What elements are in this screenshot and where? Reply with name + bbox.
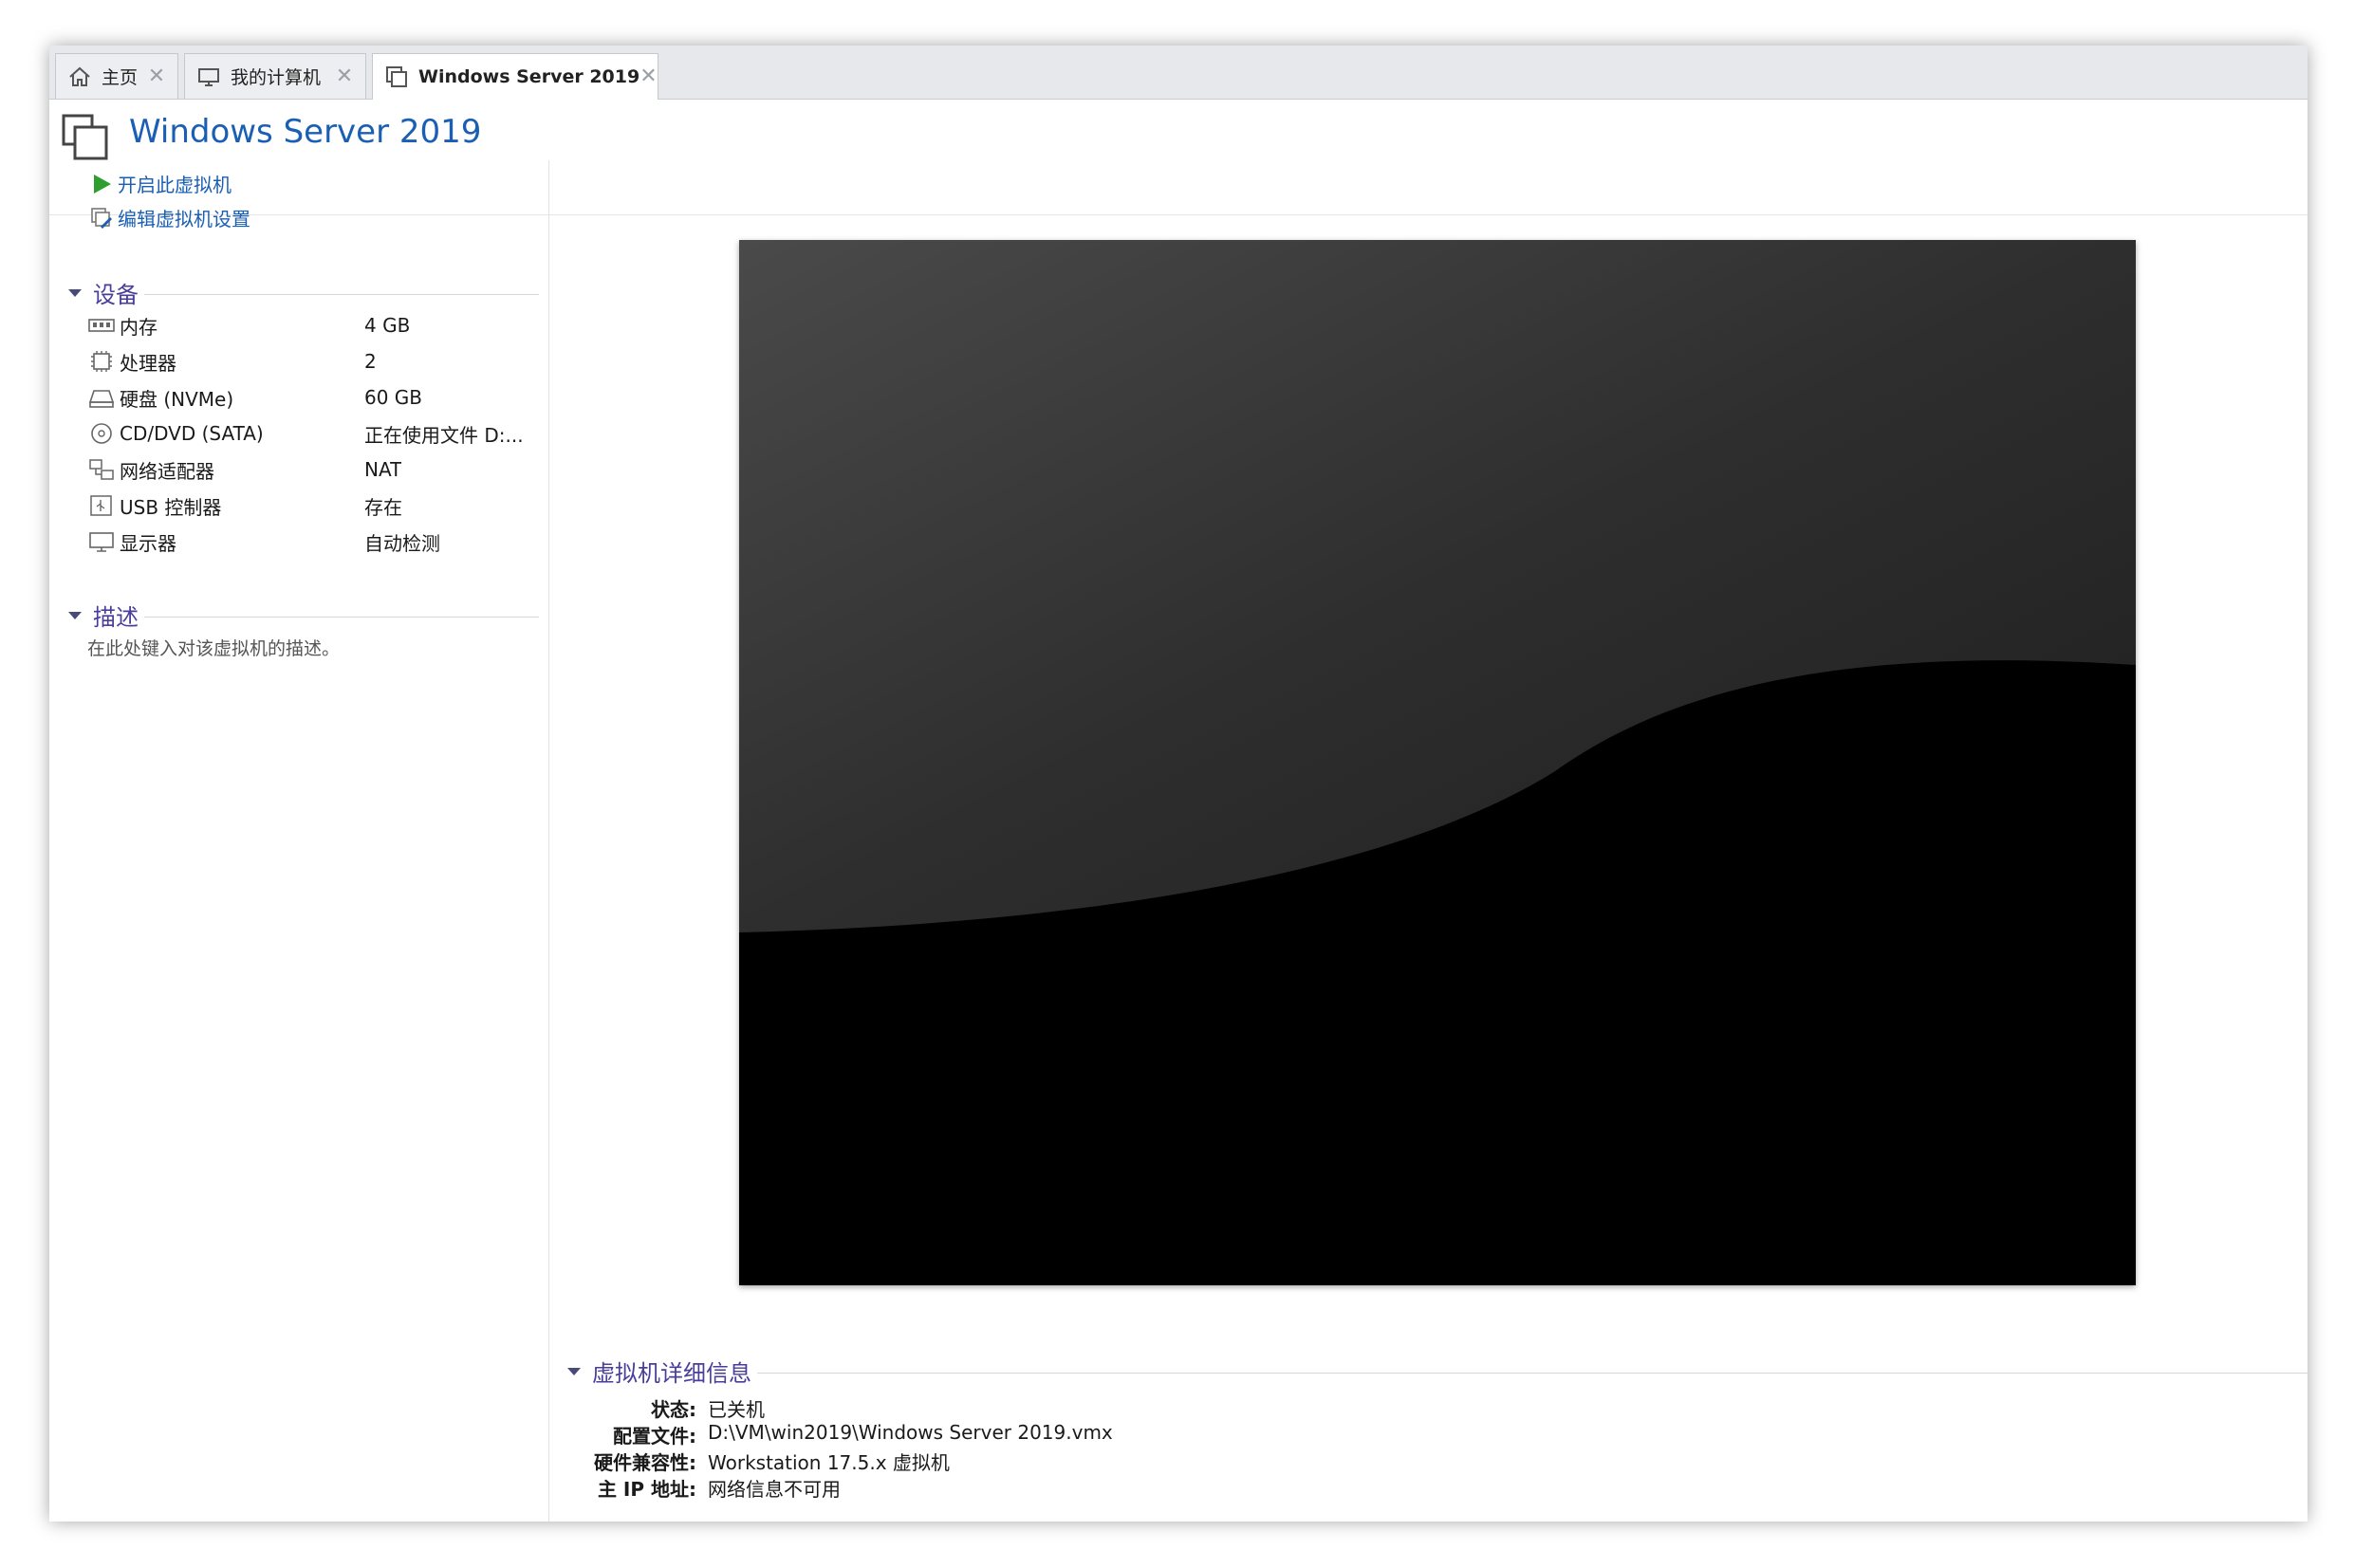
detail-value: 已关机 bbox=[708, 1398, 765, 1421]
edit-settings-icon bbox=[91, 207, 112, 229]
divider bbox=[757, 1373, 2308, 1374]
detail-key: 主 IP 地址: bbox=[597, 1478, 696, 1501]
vm-details-title: 虚拟机详细信息 bbox=[592, 1360, 751, 1387]
device-value: 自动检测 bbox=[364, 531, 440, 555]
tab-label: 主页 bbox=[102, 67, 139, 88]
tab-label: 我的计算机 bbox=[231, 67, 322, 88]
vm-icon bbox=[62, 114, 108, 160]
detail-key: 配置文件: bbox=[613, 1425, 696, 1448]
device-name: 显示器 bbox=[120, 531, 176, 555]
tab-label: Windows Server 2019 bbox=[418, 66, 640, 87]
device-value: 60 GB bbox=[364, 386, 423, 409]
tab-bar: 主页 ✕ 我的计算机 ✕ Windows Server 2019 ✕ bbox=[49, 46, 2308, 100]
device-value: NAT bbox=[364, 458, 402, 481]
vm-details-section-header[interactable]: 虚拟机详细信息 bbox=[564, 1355, 2308, 1388]
devices-title: 设备 bbox=[93, 282, 139, 308]
detail-value: 网络信息不可用 bbox=[708, 1478, 841, 1501]
device-name: 硬盘 (NVMe) bbox=[120, 387, 234, 411]
network-adapter-icon bbox=[89, 459, 114, 480]
home-icon bbox=[69, 66, 90, 86]
close-icon[interactable]: ✕ bbox=[639, 65, 657, 88]
power-on-label: 开启此虚拟机 bbox=[118, 174, 232, 196]
caret-down-icon bbox=[68, 611, 82, 619]
device-row-cd-dvd[interactable]: CD/DVD (SATA) 正在使用文件 D:... bbox=[87, 416, 543, 451]
cd-dvd-icon bbox=[91, 423, 112, 444]
tab-windows-server-2019[interactable]: Windows Server 2019 ✕ bbox=[372, 53, 658, 100]
device-value: 4 GB bbox=[364, 314, 411, 337]
description-section-header[interactable]: 描述 bbox=[65, 599, 539, 632]
usb-icon bbox=[90, 495, 112, 516]
detail-key: 状态: bbox=[651, 1398, 696, 1421]
memory-icon bbox=[88, 319, 115, 332]
device-row-display[interactable]: 显示器 自动检测 bbox=[87, 525, 543, 559]
vm-preview-screen[interactable] bbox=[739, 240, 2136, 1285]
device-name: USB 控制器 bbox=[120, 495, 222, 519]
device-row-hard-disk[interactable]: 硬盘 (NVMe) 60 GB bbox=[87, 380, 543, 415]
edit-settings-button[interactable]: 编辑虚拟机设置 bbox=[89, 204, 250, 231]
close-icon[interactable]: ✕ bbox=[333, 65, 356, 88]
power-on-button[interactable]: 开启此虚拟机 bbox=[89, 170, 232, 197]
close-icon[interactable]: ✕ bbox=[145, 65, 168, 88]
detail-row-hardware-compat: 硬件兼容性: Workstation 17.5.x 虚拟机 bbox=[564, 1448, 1702, 1474]
detail-value: D:\VM\win2019\Windows Server 2019.vmx bbox=[708, 1421, 1113, 1444]
device-name: 处理器 bbox=[120, 351, 176, 375]
vm-icon bbox=[386, 66, 407, 87]
device-value: 正在使用文件 D:... bbox=[364, 423, 524, 447]
detail-value: Workstation 17.5.x 虚拟机 bbox=[708, 1451, 950, 1474]
device-name: 内存 bbox=[120, 315, 158, 339]
detail-key: 硬件兼容性: bbox=[594, 1451, 696, 1474]
edit-settings-label: 编辑虚拟机设置 bbox=[118, 208, 250, 231]
monitor-icon bbox=[198, 67, 219, 86]
devices-section-header[interactable]: 设备 bbox=[65, 276, 539, 309]
detail-row-status: 状态: 已关机 bbox=[564, 1394, 1702, 1421]
device-value: 2 bbox=[364, 350, 377, 373]
display-icon bbox=[89, 532, 114, 552]
vm-preview-graphic bbox=[739, 240, 2136, 1285]
play-icon bbox=[94, 174, 111, 194]
hard-disk-icon bbox=[88, 390, 115, 408]
left-pane: 开启此虚拟机 编辑虚拟机设置 设备 内存 4 GB 处理器 2 硬盘 (NVMe… bbox=[49, 160, 549, 1522]
vmware-window: 主页 ✕ 我的计算机 ✕ Windows Server 2019 ✕ Windo… bbox=[49, 46, 2308, 1522]
description-field[interactable]: 在此处键入对该虚拟机的描述。 bbox=[87, 635, 340, 660]
device-name: CD/DVD (SATA) bbox=[120, 422, 264, 445]
device-row-memory[interactable]: 内存 4 GB bbox=[87, 308, 543, 342]
tab-my-computer[interactable]: 我的计算机 ✕ bbox=[184, 53, 366, 99]
divider bbox=[144, 617, 539, 618]
caret-down-icon bbox=[567, 1367, 581, 1375]
device-row-network-adapter[interactable]: 网络适配器 NAT bbox=[87, 452, 543, 487]
device-row-cpu[interactable]: 处理器 2 bbox=[87, 344, 543, 378]
tab-home[interactable]: 主页 ✕ bbox=[55, 53, 178, 99]
description-title: 描述 bbox=[93, 604, 139, 631]
device-value: 存在 bbox=[364, 495, 402, 519]
caret-down-icon bbox=[68, 288, 82, 297]
detail-row-config-file: 配置文件: D:\VM\win2019\Windows Server 2019.… bbox=[564, 1421, 1702, 1448]
detail-row-ip-address: 主 IP 地址: 网络信息不可用 bbox=[564, 1474, 1702, 1501]
cpu-icon bbox=[91, 351, 112, 372]
device-name: 网络适配器 bbox=[120, 459, 214, 483]
divider bbox=[144, 294, 539, 295]
device-row-usb[interactable]: USB 控制器 存在 bbox=[87, 489, 543, 523]
page-title: Windows Server 2019 bbox=[129, 113, 482, 151]
